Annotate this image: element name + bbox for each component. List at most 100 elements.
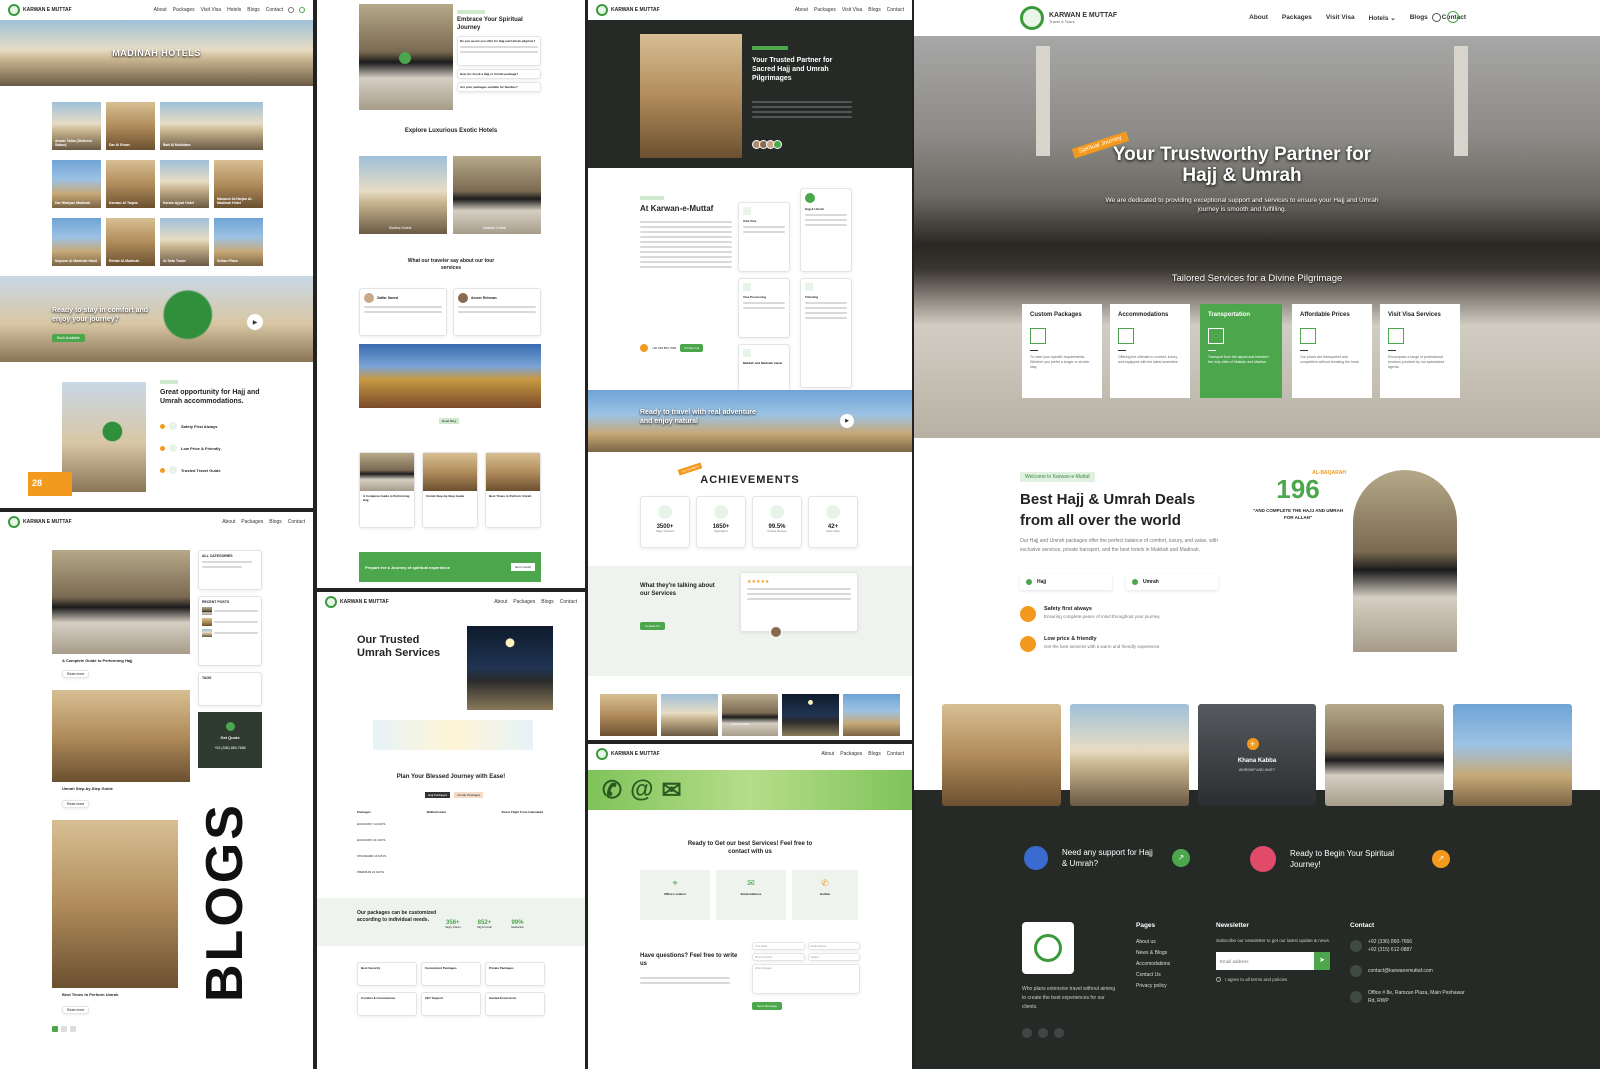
gallery-photo[interactable]: [1325, 704, 1445, 806]
footer-email[interactable]: contact@karwanemuttaf.com: [1368, 968, 1433, 974]
gallery-photo[interactable]: Khana Kabba: [721, 694, 779, 736]
twitter-icon[interactable]: [1054, 1028, 1064, 1038]
hotel-card[interactable]: Sultan Plaza: [214, 218, 263, 266]
nav-blogs[interactable]: Blogs: [868, 7, 881, 13]
gallery-photo[interactable]: [1453, 704, 1572, 806]
contact-us-button[interactable]: Contact Us: [680, 344, 704, 352]
play-icon[interactable]: ▶: [840, 414, 854, 428]
nav-contact[interactable]: Contact: [288, 519, 305, 525]
phone-2[interactable]: +92 (315) 612-0887: [1368, 947, 1412, 953]
page-dot[interactable]: [61, 1026, 67, 1032]
hotel-card[interactable]: Al Safa Tower: [160, 218, 209, 266]
footer-link-contact[interactable]: Contact Us: [1136, 972, 1170, 978]
phone-field[interactable]: Phone Number: [752, 953, 805, 961]
nav-contact[interactable]: Contact: [266, 7, 283, 13]
service-card[interactable]: Accommodations Offering the ultimate in …: [1110, 304, 1190, 398]
hotel-card[interactable]: Dar Wadyan Madinah: [52, 160, 101, 208]
hotel-card[interactable]: Rehab Al-Madinah: [106, 218, 155, 266]
instagram-icon[interactable]: [1038, 1028, 1048, 1038]
nav-visit-visa[interactable]: Visit Visa: [201, 7, 221, 13]
hotel-card[interactable]: Anwar Taiba (Shaheen Salam): [52, 102, 101, 150]
nav-packages[interactable]: Packages: [173, 7, 195, 13]
footer-link-news[interactable]: News & Blogs: [1136, 950, 1170, 956]
nav-blogs[interactable]: Blogs: [541, 599, 554, 605]
faq-item[interactable]: How do I book a Hajj or Umrah package?: [457, 69, 541, 79]
hotel-card[interactable]: Dar Al Eman: [106, 102, 155, 150]
nav-about[interactable]: About: [1249, 14, 1268, 22]
read-more-button[interactable]: Read more: [62, 670, 90, 678]
service-card[interactable]: Visit Visa Services Encompass a range of…: [1380, 304, 1460, 398]
newsletter-email-input[interactable]: [1216, 952, 1314, 970]
hotel-card[interactable]: Bait Al Mukhtara: [160, 102, 263, 150]
service-card[interactable]: Custom Packages To meet your specific re…: [1022, 304, 1102, 398]
gallery-photo[interactable]: [782, 694, 840, 736]
play-icon[interactable]: ▶: [247, 314, 263, 330]
page-dot-active[interactable]: [52, 1026, 58, 1032]
search-icon[interactable]: [288, 7, 294, 13]
nav-packages[interactable]: Packages: [241, 519, 263, 525]
nav-contact[interactable]: Contact: [560, 599, 577, 605]
nav-visit-visa[interactable]: Visit Visa: [842, 7, 862, 13]
nav-blogs[interactable]: Blogs: [868, 751, 881, 757]
footer-logo[interactable]: [1022, 922, 1074, 974]
tab-hajj[interactable]: Hajj Packages: [425, 792, 451, 798]
service-card[interactable]: Affordable Prices Our prices are transpa…: [1292, 304, 1372, 398]
talking-contact-button[interactable]: Contact Us: [640, 622, 665, 630]
send-message-button[interactable]: Send Message: [752, 1002, 783, 1010]
name-field[interactable]: Your Name: [752, 942, 805, 950]
facebook-icon[interactable]: [1022, 1028, 1032, 1038]
nav-about[interactable]: About: [795, 7, 808, 13]
play-icon[interactable]: [399, 52, 411, 64]
brand-logo[interactable]: KARWAN E MUTTAF: [596, 4, 660, 16]
nav-contact[interactable]: Contact: [887, 7, 904, 13]
nav-packages[interactable]: Packages: [814, 7, 836, 13]
hotel-card[interactable]: Nujoom Al Madinah Hotel: [52, 218, 101, 266]
service-card[interactable]: Hajj & Umrah: [800, 188, 852, 272]
user-icon[interactable]: [299, 7, 305, 13]
gallery-photo[interactable]: [660, 694, 718, 736]
nav-packages[interactable]: Packages: [513, 599, 535, 605]
blog-card[interactable]: A Complete Guide to Performing Hajj: [359, 452, 415, 528]
read-more-button[interactable]: Read more: [62, 800, 90, 808]
gallery-photo[interactable]: [600, 694, 657, 736]
nav-visit-visa[interactable]: Visit Visa: [1326, 14, 1355, 22]
footer-link-privacy[interactable]: Privacy policy: [1136, 983, 1170, 989]
blog-post-title[interactable]: Umrah Step-by-Step Guide: [62, 786, 113, 791]
faq-item[interactable]: Are your packages suitable for families?: [457, 82, 541, 92]
support-cta[interactable]: Need any support for Hajj & Umrah? ↗: [1024, 846, 1190, 870]
message-field[interactable]: Write Message: [752, 964, 860, 994]
service-card[interactable]: Ticketing: [800, 278, 852, 388]
checkbox[interactable]: [1216, 977, 1221, 982]
hotel-card[interactable]: Manazel Al-Harjan Al-Madinah Hotel: [214, 160, 263, 208]
begin-cta[interactable]: Ready to Begin Your Spiritual Journey! ↗: [1250, 846, 1450, 872]
nav-contact[interactable]: Contact: [887, 751, 904, 757]
hotel-card[interactable]: Karam Ajyad Hotel: [160, 160, 209, 208]
gallery-photo[interactable]: [942, 704, 1061, 806]
search-icon[interactable]: [1432, 13, 1441, 22]
brand-logo[interactable]: KARWAN E MUTTAF: [325, 596, 389, 608]
tab-umrah[interactable]: Umrah Packages: [454, 792, 484, 798]
agree-checkbox-row[interactable]: I agree to all terms and policies: [1216, 977, 1332, 982]
brand-logo[interactable]: KARWAN E MUTTAF: [8, 516, 72, 528]
book-available-button[interactable]: Book Available: [52, 334, 85, 342]
nav-blogs[interactable]: Blogs: [269, 519, 282, 525]
nav-hotels[interactable]: Hotels: [227, 7, 241, 13]
get-quote-card[interactable]: Get Quote +92-(336)-860-7666: [198, 712, 262, 768]
footer-link-accommodations[interactable]: Accomodations: [1136, 961, 1170, 967]
brand-logo[interactable]: KARWAN E MUTTAF Travel & Tours: [1020, 6, 1117, 30]
nav-packages[interactable]: Packages: [840, 751, 862, 757]
nav-about[interactable]: About: [222, 519, 235, 525]
blog-post-image[interactable]: [52, 820, 178, 988]
nav-about[interactable]: About: [154, 7, 167, 13]
subject-field[interactable]: Subject: [807, 953, 860, 961]
blog-post-image[interactable]: [52, 690, 190, 782]
send-icon[interactable]: ➤: [1314, 952, 1330, 970]
nav-hotels[interactable]: Hotels ⌄: [1369, 14, 1396, 22]
gallery-photo-featured[interactable]: + Khana Kabba WORSHIP AND UNITY: [1197, 704, 1317, 806]
nav-about[interactable]: About: [494, 599, 507, 605]
blog-card[interactable]: Umrah Step-by-Step Guide: [422, 452, 478, 528]
brand-logo[interactable]: KARWAN E MUTTAF: [596, 748, 660, 760]
gallery-photo[interactable]: [1069, 704, 1189, 806]
footer-link-about[interactable]: About us: [1136, 939, 1170, 945]
email-field[interactable]: Email Address: [807, 942, 860, 950]
